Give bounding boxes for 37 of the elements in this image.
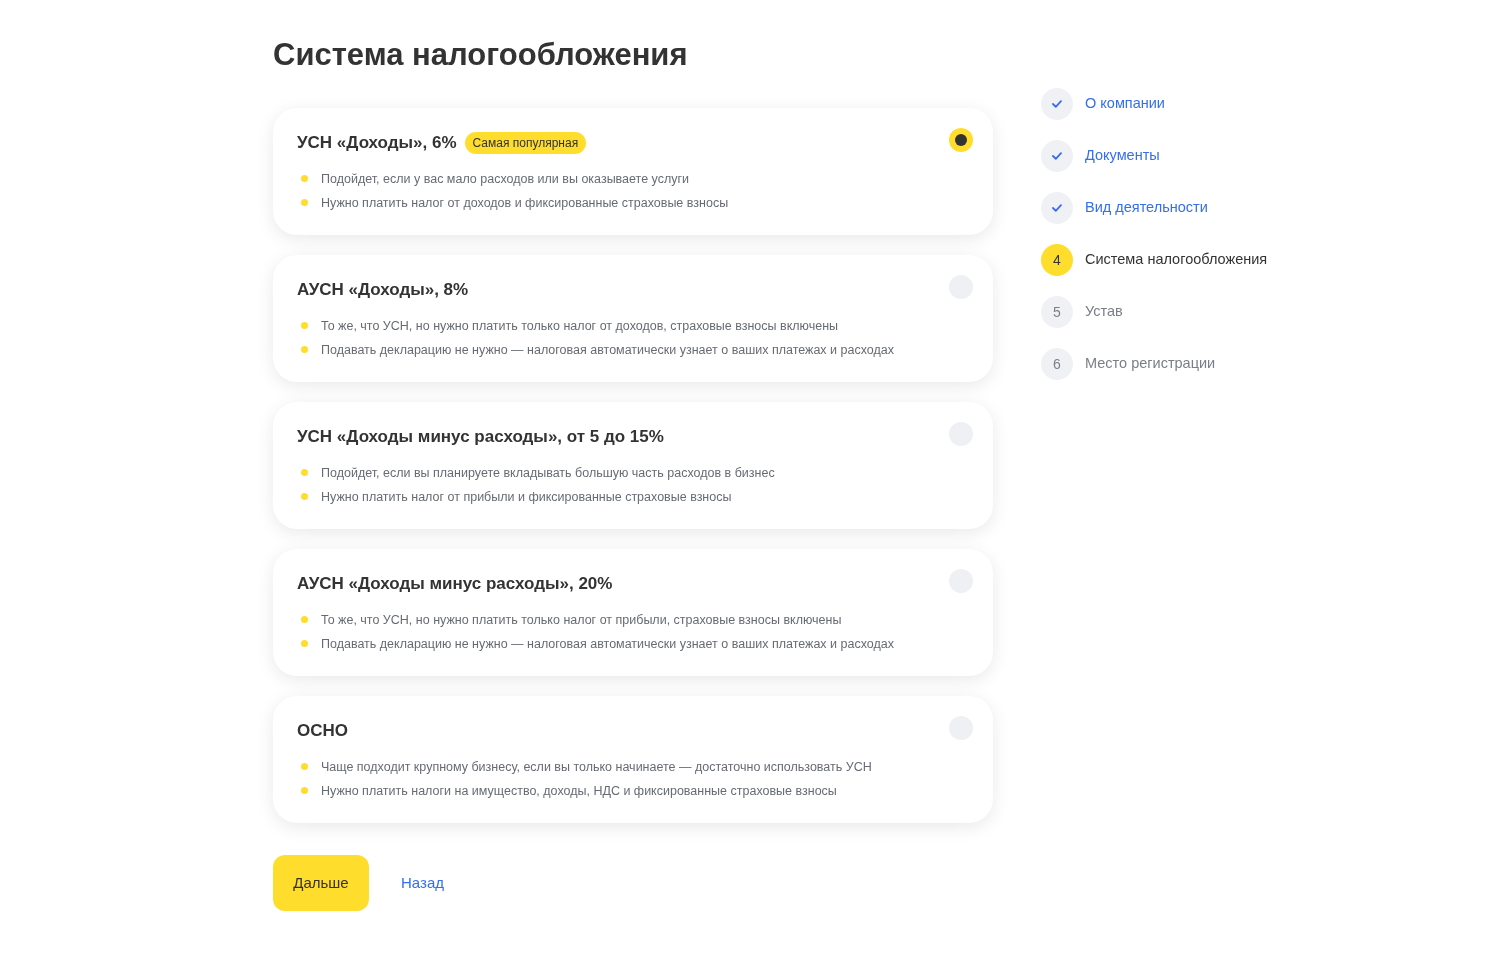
page-title: Система налогообложения xyxy=(273,36,689,74)
option-description: Чаще подходит крупному бизнесу, если вы только начинаете — достаточно использовать УСН xyxy=(321,759,872,776)
step-link[interactable]: Вид деятельности xyxy=(1085,197,1208,219)
option-title: АУСН «Доходы», 8% xyxy=(297,279,469,301)
option-description: То же, что УСН, но нужно платить только налог от доходов, страховые взносы включены xyxy=(321,318,839,335)
step-number: 4 xyxy=(1041,244,1073,276)
tax-option-card[interactable]: АУСН «Доходы», 8% То же, что УСН, но нужно платить только налог от доходов, страховые взносы включены Подавать декларацию не нужно — налоговая автоматически узнает о ваших платежах и расходах xyxy=(273,255,993,382)
radio-button[interactable] xyxy=(949,128,973,152)
tax-option-card[interactable] xyxy=(273,549,993,676)
tax-option-card[interactable]: ОСНО Чаще подходит крупному бизнесу, если вы только начинаете — достаточно использовать УСН Нужно платить налоги на имущество, доходы, НДС и фиксированные страховые взносы xyxy=(273,696,993,823)
option-description: Подойдет, если вы планируете вкладывать большую часть расходов в бизнес xyxy=(321,465,775,482)
option-description: Нужно платить налог от прибыли и фиксированные страховые взносы xyxy=(321,489,732,506)
check-icon xyxy=(1052,100,1062,108)
step-link[interactable]: Устав xyxy=(1085,301,1123,323)
option-title: УСН «Доходы», 6% xyxy=(297,132,457,154)
option-title: АУСН «Доходы минус расходы», 20% xyxy=(297,573,613,595)
option-description: То же, что УСН, но нужно платить только налог от прибыли, страховые взносы включены xyxy=(321,612,842,629)
option-title: УСН «Доходы минус расходы», от 5 до 15% xyxy=(297,426,664,448)
step-link[interactable]: Система налогообложения xyxy=(1085,249,1268,271)
option-description: Нужно платить налоги на имущество, доходы, НДС и фиксированные страховые взносы xyxy=(321,783,837,800)
tax-option-card[interactable]: УСН «Доходы», 6% Самая популярная Подойдет, если у вас мало расходов или вы оказываете услуги Нужно платить налог от доходов и фиксированные страховые взносы xyxy=(273,108,993,235)
option-description: Подойдет, если у вас мало расходов или вы оказываете услуги xyxy=(321,171,690,188)
back-link[interactable]: Назад xyxy=(401,871,444,895)
check-icon xyxy=(1052,152,1062,160)
option-description: Нужно платить налог от доходов и фиксированные страховые взносы xyxy=(321,195,729,212)
step-number: 6 xyxy=(1041,348,1073,380)
step-link[interactable]: О компании xyxy=(1085,93,1165,115)
option-description: Подавать декларацию не нужно — налоговая автоматически узнает о ваших платежах и расходах xyxy=(321,636,894,653)
step-link[interactable]: Место регистрации xyxy=(1085,353,1216,375)
tax-option-card[interactable]: УСН «Доходы минус расходы», от 5 до 15% Подойдет, если вы планируете вкладывать большую часть расходов в бизнес Нужно платить налог от прибыли и фиксированные страховые взносы xyxy=(273,402,993,529)
step-number: 5 xyxy=(1041,296,1073,328)
popular-badge: Самая популярная xyxy=(464,132,587,154)
check-icon xyxy=(1052,204,1062,212)
next-button[interactable]: Дальше xyxy=(273,855,369,911)
option-title: ОСНО xyxy=(297,720,348,742)
step-link[interactable]: Документы xyxy=(1085,145,1160,167)
option-description: Подавать декларацию не нужно — налоговая автоматически узнает о ваших платежах и расходах xyxy=(321,342,894,359)
